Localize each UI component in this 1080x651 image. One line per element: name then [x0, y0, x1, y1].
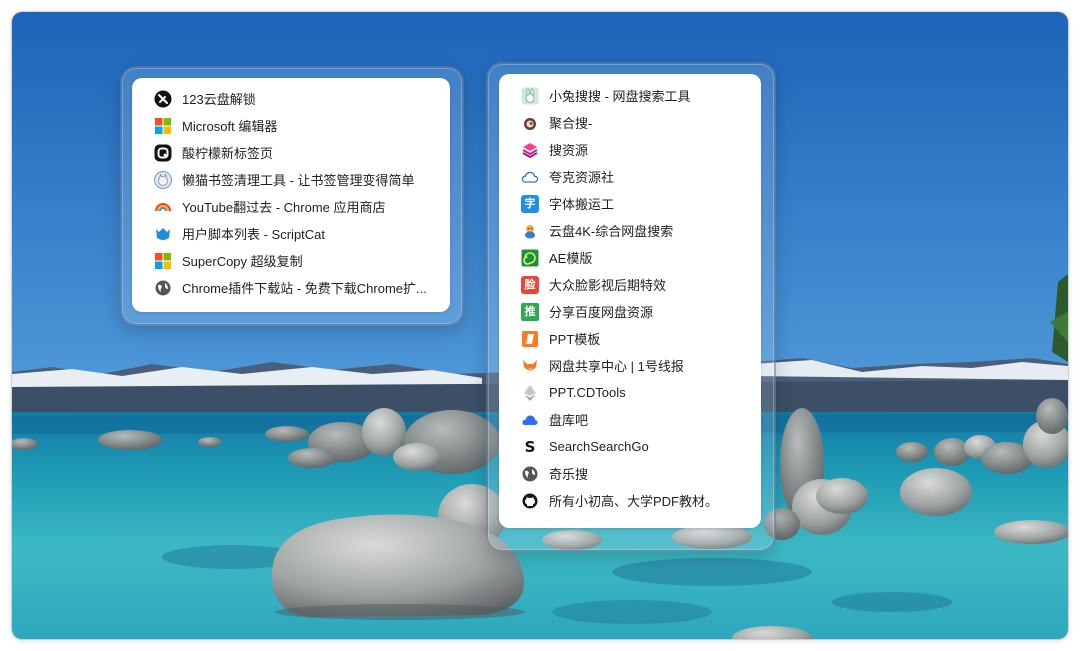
bookmark-item[interactable]: PPT模板 — [521, 325, 751, 352]
rainbow-icon — [154, 198, 172, 216]
bookmark-item[interactable]: Microsoft 编辑器 — [154, 112, 436, 139]
bookmark-item[interactable]: 脸 大众脸影视后期特效 — [521, 271, 751, 298]
bookmark-item[interactable]: 用户脚本列表 - ScriptCat — [154, 220, 436, 247]
bookmark-item[interactable]: YouTube翻过去 - Chrome 应用商店 — [154, 193, 436, 220]
bookmark-label: 聚合搜- — [549, 116, 593, 131]
bookmark-item[interactable]: 小兔搜搜 - 网盘搜索工具 — [521, 82, 751, 109]
ppt-icon — [521, 330, 539, 348]
fox-icon — [521, 357, 539, 375]
globe-icon — [521, 465, 539, 483]
bookmark-item[interactable]: S SearchSearchGo — [521, 433, 751, 460]
bookmark-item[interactable]: 聚合搜- — [521, 109, 751, 136]
bookmark-item[interactable]: 搜资源 — [521, 136, 751, 163]
bookmark-label: PPT模板 — [549, 332, 601, 347]
bookmark-label: 酸柠檬新标签页 — [182, 146, 274, 161]
bookmark-label: SearchSearchGo — [549, 439, 649, 454]
right-bookmark-folder: 小兔搜搜 - 网盘搜索工具 聚合搜- 搜资源 夸克资源社 字 字体搬运工 云盘4… — [499, 74, 761, 528]
bookmark-label: 用户脚本列表 - ScriptCat — [182, 227, 326, 242]
bookmark-item[interactable]: 所有小初高、大学PDF教材。 — [521, 487, 751, 514]
bookmark-label: 云盘4K-综合网盘搜索 — [549, 224, 674, 239]
lemon-tab-icon — [154, 144, 172, 162]
bookmark-item[interactable]: PPT.CDTools — [521, 379, 751, 406]
blade-circle-icon — [154, 90, 172, 108]
rabbit-icon — [521, 87, 539, 105]
microsoft-logo-icon — [154, 252, 172, 270]
bookmark-label: 搜资源 — [549, 143, 589, 158]
bookmark-label: SuperCopy 超级复制 — [182, 254, 303, 269]
globe-icon — [154, 279, 172, 297]
bookmark-label: 懒猫书签清理工具 - 让书签管理变得简单 — [182, 173, 415, 188]
bookmark-item[interactable]: 夸克资源社 — [521, 163, 751, 190]
lian-char-icon: 脸 — [521, 275, 539, 294]
bookmark-label: YouTube翻过去 - Chrome 应用商店 — [182, 200, 386, 215]
bookmark-item[interactable]: 懒猫书签清理工具 - 让书签管理变得简单 — [154, 166, 436, 193]
bookmark-item[interactable]: Chrome插件下载站 - 免费下载Chrome扩... — [154, 274, 436, 301]
green-spiral-icon — [521, 249, 539, 267]
bookmark-item[interactable]: 酸柠檬新标签页 — [154, 139, 436, 166]
bookmark-label: 奇乐搜 — [549, 467, 589, 482]
bookmark-item[interactable]: 奇乐搜 — [521, 460, 751, 487]
github-icon — [521, 492, 539, 510]
bookmark-item[interactable]: SuperCopy 超级复制 — [154, 247, 436, 274]
bookmark-item[interactable]: 盘库吧 — [521, 406, 751, 433]
mascot-icon — [521, 222, 539, 240]
cat-avatar-icon — [154, 170, 172, 189]
lian-char-glyph: 脸 — [524, 278, 536, 291]
bookmark-item[interactable]: AE模版 — [521, 244, 751, 271]
s-letter-icon: S — [521, 438, 539, 456]
bookmark-label: 小兔搜搜 - 网盘搜索工具 — [549, 89, 691, 104]
bookmark-item[interactable]: 字 字体搬运工 — [521, 190, 751, 217]
bookmark-label: 123云盘解锁 — [182, 92, 256, 107]
browser-window: 123云盘解锁 Microsoft 编辑器 酸柠檬新标签页 懒猫书签清理工具 -… — [12, 12, 1068, 639]
bookmark-label: 盘库吧 — [549, 413, 589, 428]
microsoft-logo-icon — [154, 117, 172, 135]
tui-char-glyph: 推 — [524, 305, 536, 318]
stack-icon — [521, 141, 539, 159]
bookmark-item[interactable]: 123云盘解锁 — [154, 85, 436, 112]
s-letter-glyph: S — [524, 437, 536, 456]
squirrel-icon — [521, 114, 539, 132]
bookmark-label: 所有小初高、大学PDF教材。 — [549, 494, 719, 509]
scriptcat-icon — [154, 225, 172, 243]
bookmark-item[interactable]: 网盘共享中心 | 1号线报 — [521, 352, 751, 379]
tui-char-icon: 推 — [521, 302, 539, 321]
bookmark-label: 大众脸影视后期特效 — [549, 278, 667, 293]
blue-cloud-icon — [521, 411, 539, 429]
left-bookmark-folder: 123云盘解锁 Microsoft 编辑器 酸柠檬新标签页 懒猫书签清理工具 -… — [132, 78, 450, 312]
bookmark-label: 分享百度网盘资源 — [549, 305, 654, 320]
bookmark-label: 字体搬运工 — [549, 197, 615, 212]
zi-char-icon: 字 — [521, 194, 539, 213]
bookmark-item[interactable]: 推 分享百度网盘资源 — [521, 298, 751, 325]
bookmark-label: AE模版 — [549, 251, 593, 266]
bookmark-label: PPT.CDTools — [549, 385, 626, 400]
bookmark-label: 网盘共享中心 | 1号线报 — [549, 359, 684, 374]
ethereum-icon — [521, 384, 539, 402]
cloud-outline-icon — [521, 168, 539, 186]
bookmark-label: Microsoft 编辑器 — [182, 119, 278, 134]
bookmark-item[interactable]: 云盘4K-综合网盘搜索 — [521, 217, 751, 244]
zi-char-glyph: 字 — [524, 197, 536, 210]
bookmark-label: 夸克资源社 — [549, 170, 615, 185]
bookmark-label: Chrome插件下载站 - 免费下载Chrome扩... — [182, 281, 427, 296]
